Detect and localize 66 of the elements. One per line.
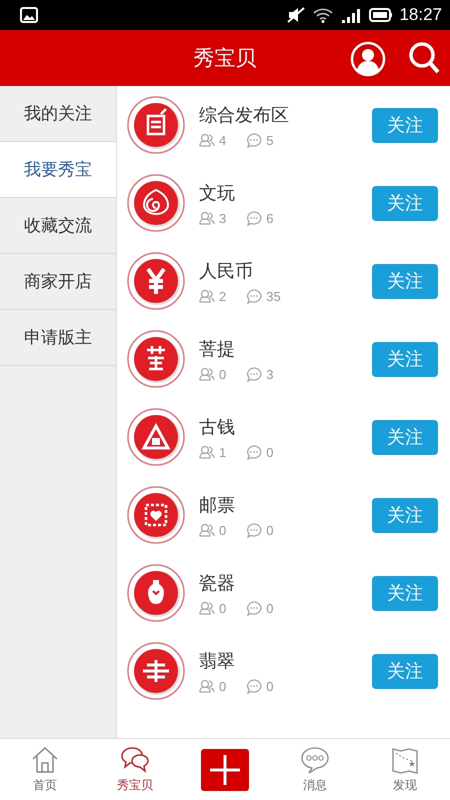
battery-icon (369, 8, 394, 22)
post-count: 6 (266, 210, 274, 226)
comment-icon (246, 522, 262, 538)
post-count: 5 (266, 132, 274, 148)
board-name[interactable]: 人民币 (199, 258, 372, 282)
emblem-icon (127, 408, 185, 466)
member-count: 4 (219, 132, 226, 148)
post-count: 0 (266, 678, 274, 694)
board-name[interactable]: 邮票 (199, 492, 372, 516)
mute-icon (287, 7, 306, 23)
chat-bubbles-icon (120, 745, 150, 775)
member-count: 0 (219, 600, 226, 616)
members-icon (199, 133, 215, 147)
profile-icon[interactable] (350, 41, 386, 77)
comment-icon (246, 366, 262, 382)
comment-icon (246, 444, 262, 460)
image-icon (20, 7, 38, 23)
emblem-icon (127, 330, 185, 388)
speech-bubble-icon (300, 745, 330, 775)
members-icon (199, 211, 215, 225)
nav-tab[interactable]: 首页 (0, 739, 90, 800)
board-name[interactable]: 古钱 (199, 414, 372, 438)
members-icon (199, 445, 215, 459)
header-title: 秀宝贝 (194, 45, 256, 72)
board-name[interactable]: 瓷器 (199, 570, 372, 594)
emblem-icon (127, 642, 185, 700)
post-count: 0 (266, 600, 274, 616)
members-icon (199, 601, 215, 615)
members-icon (199, 367, 215, 381)
member-count: 0 (219, 366, 226, 382)
post-count: 0 (266, 522, 274, 538)
wifi-icon (313, 7, 334, 23)
board-name[interactable]: 综合发布区 (199, 102, 372, 126)
member-count: 0 (219, 522, 226, 538)
search-icon[interactable] (408, 41, 440, 75)
member-count: 2 (219, 288, 226, 304)
member-count: 1 (219, 444, 226, 460)
comment-icon (246, 600, 262, 616)
members-icon (199, 289, 215, 303)
board-name[interactable]: 菩提 (199, 336, 372, 360)
post-count: 0 (266, 444, 274, 460)
comment-icon (246, 210, 262, 226)
emblem-icon (127, 564, 185, 622)
members-icon (199, 679, 215, 693)
member-count: 3 (219, 210, 226, 226)
emblem-icon (127, 174, 185, 232)
comment-icon (246, 288, 262, 304)
board-name[interactable]: 翡翠 (199, 648, 372, 672)
members-icon (199, 523, 215, 537)
nav-tab[interactable]: 消息 (270, 739, 360, 800)
board-name[interactable]: 文玩 (199, 180, 372, 204)
post-count: 35 (266, 288, 281, 304)
nav-tab[interactable]: 发现 (360, 739, 450, 800)
add-button[interactable] (201, 748, 249, 790)
post-count: 3 (266, 366, 274, 382)
clock-time: 18:27 (399, 5, 442, 25)
emblem-icon (127, 486, 185, 544)
emblem-icon (127, 96, 185, 154)
signal-icon (341, 7, 362, 23)
comment-icon (246, 132, 262, 148)
comment-icon (246, 678, 262, 694)
member-count: 0 (219, 678, 226, 694)
sidebar-item[interactable]: 我要秀宝 (0, 142, 116, 198)
nav-tab[interactable]: 秀宝贝 (90, 739, 180, 800)
emblem-icon (127, 252, 185, 310)
house-icon (30, 745, 60, 775)
